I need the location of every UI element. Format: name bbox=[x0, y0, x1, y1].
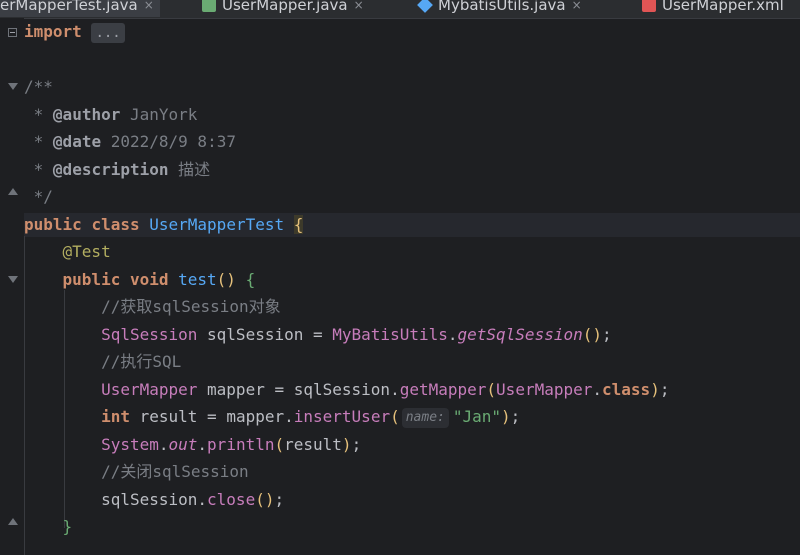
fold-toggle-icon[interactable] bbox=[8, 28, 17, 37]
code-line-doc-open: /** bbox=[24, 77, 53, 96]
tab-mybatisutils[interactable]: MybatisUtils.java × bbox=[412, 0, 588, 17]
code-line-comment-get-session: //获取sqlSession对象 bbox=[101, 297, 281, 316]
class-file-icon bbox=[417, 0, 433, 13]
code-line-get-session: SqlSession sqlSession = MyBatisUtils.get… bbox=[101, 325, 612, 344]
code-line-println: System.out.println(result); bbox=[101, 435, 362, 454]
editor-gutter bbox=[0, 18, 24, 555]
tab-label: MybatisUtils.java bbox=[438, 0, 566, 14]
close-icon[interactable]: × bbox=[354, 0, 364, 17]
code-line-close-session: sqlSession.close(); bbox=[101, 490, 285, 509]
xml-file-icon bbox=[642, 0, 656, 12]
code-line-method-close: } bbox=[62, 517, 73, 536]
code-line-doc-date: * @date 2022/8/9 8:37 bbox=[33, 132, 236, 151]
fold-toggle-icon[interactable] bbox=[8, 188, 18, 195]
code-line-doc-description: * @description 描述 bbox=[33, 160, 211, 179]
code-line-insert-user: int result = mapper.insertUser(name: "Jan… bbox=[101, 407, 521, 428]
interface-file-icon bbox=[202, 0, 216, 12]
code-line-doc-close: */ bbox=[33, 187, 53, 206]
close-icon[interactable]: × bbox=[572, 0, 582, 17]
code-line-class-decl: public class UserMapperTest { bbox=[24, 215, 304, 234]
fold-toggle-icon[interactable] bbox=[8, 276, 18, 283]
fold-toggle-icon[interactable] bbox=[8, 83, 18, 90]
fold-toggle-icon[interactable] bbox=[8, 518, 18, 525]
code-line-doc-author: * @author JanYork bbox=[33, 105, 198, 124]
code-line-annotation: @Test bbox=[62, 242, 111, 261]
code-line-comment-exec-sql: //执行SQL bbox=[101, 352, 182, 371]
tab-label: UserMapper.xml bbox=[662, 0, 784, 14]
close-icon[interactable]: × bbox=[144, 0, 154, 17]
tab-label: erMapperTest.java bbox=[0, 0, 138, 14]
code-line-comment-close-session: //关闭sqlSession bbox=[101, 462, 249, 481]
folded-imports-button[interactable]: ... bbox=[91, 23, 125, 43]
code-editor[interactable]: import ... /** * @author JanYork * @date… bbox=[0, 18, 800, 555]
editor-tab-bar: erMapperTest.java × UserMapper.java × My… bbox=[0, 0, 800, 19]
code-line-import: import ... bbox=[24, 20, 125, 44]
parameter-hint: name: bbox=[401, 408, 449, 428]
code-line-get-mapper: UserMapper mapper = sqlSession.getMapper… bbox=[101, 380, 670, 399]
code-line-method-decl: public void test() { bbox=[62, 270, 256, 289]
tab-usermapper[interactable]: UserMapper.java × bbox=[196, 0, 370, 17]
tab-usermappertest[interactable]: erMapperTest.java × bbox=[0, 0, 160, 17]
tab-usermapper-xml[interactable]: UserMapper.xml bbox=[636, 0, 790, 17]
tab-label: UserMapper.java bbox=[222, 0, 348, 14]
